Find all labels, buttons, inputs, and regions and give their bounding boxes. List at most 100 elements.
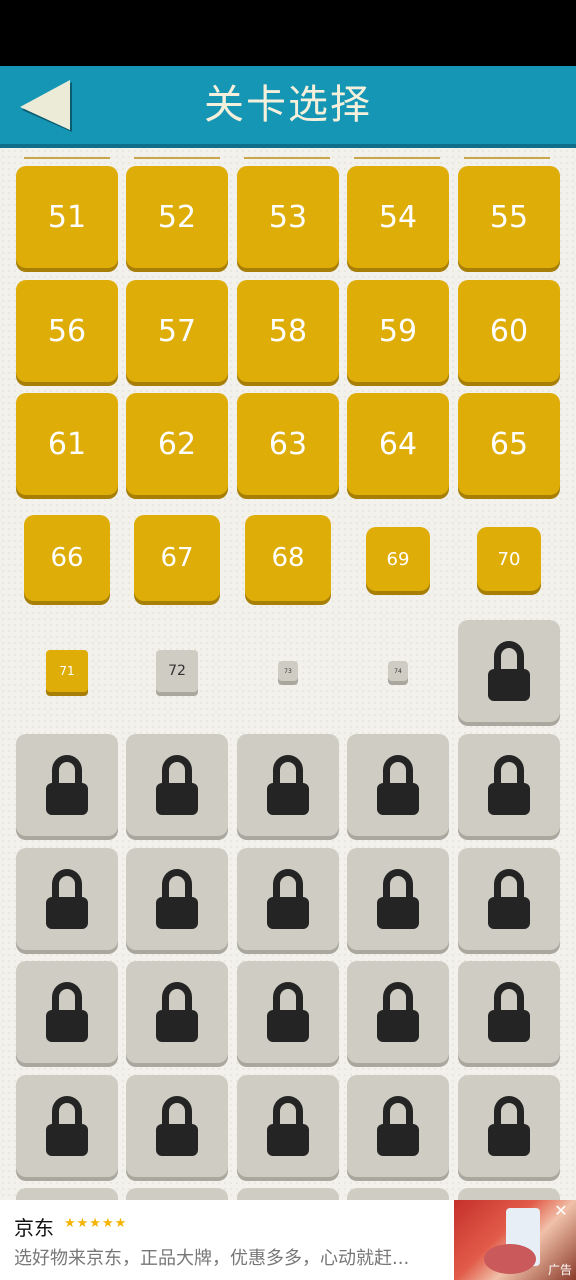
lock-icon [488, 755, 530, 815]
lock-icon [377, 869, 419, 929]
level-number: 66 [50, 543, 84, 573]
lock-icon [46, 869, 88, 929]
level-number: 60 [489, 313, 529, 349]
level-tile[interactable]: 68 [245, 515, 331, 601]
level-tile[interactable]: 51 [16, 166, 118, 268]
previous-row-edge [0, 154, 576, 159]
level-tile[interactable]: 55 [458, 166, 560, 268]
lock-icon [377, 755, 419, 815]
locked-level-tile[interactable] [237, 848, 339, 950]
level-tile[interactable]: 59 [347, 280, 449, 382]
level-tile[interactable]: 54 [347, 166, 449, 268]
locked-level-tile[interactable] [458, 848, 560, 950]
level-tile[interactable]: 52 [126, 166, 228, 268]
locked-level-tile[interactable] [237, 1075, 339, 1177]
level-tile[interactable]: 62 [126, 393, 228, 495]
level-tile[interactable]: 57 [126, 280, 228, 382]
locked-level-tile[interactable] [16, 734, 118, 836]
level-tile[interactable]: 70 [477, 527, 541, 591]
level-number: 68 [271, 543, 305, 573]
locked-level-tile[interactable] [458, 1075, 560, 1177]
locked-level-tile[interactable] [347, 734, 449, 836]
locked-level-tile[interactable] [126, 734, 228, 836]
locked-level-tile[interactable] [126, 848, 228, 950]
level-number: 63 [268, 426, 308, 462]
lock-icon [267, 869, 309, 929]
level-tile[interactable]: 74 [388, 661, 408, 681]
level-number: 55 [489, 199, 529, 235]
locked-level-tile[interactable] [237, 961, 339, 1063]
ad-label: 广告 [547, 1263, 572, 1277]
level-number: 64 [378, 426, 418, 462]
lock-icon [156, 982, 198, 1042]
lock-icon [267, 755, 309, 815]
locked-level-tile[interactable] [347, 848, 449, 950]
lock-icon [488, 1096, 530, 1156]
level-tile[interactable]: 73 [278, 661, 298, 681]
level-tile[interactable]: 63 [237, 393, 339, 495]
page-title: 关卡选择 [204, 82, 372, 128]
level-tile[interactable]: 53 [237, 166, 339, 268]
locked-level-tile[interactable] [458, 1188, 560, 1200]
level-grid: 51 52 53 54 55 56 57 58 59 60 61 62 63 64 65 66 67 68 69 70… [0, 148, 576, 1200]
level-tile[interactable]: 65 [458, 393, 560, 495]
level-number: 57 [157, 313, 197, 349]
level-tile[interactable]: 64 [347, 393, 449, 495]
level-number: 61 [47, 426, 87, 462]
level-tile[interactable]: 67 [134, 515, 220, 601]
lock-icon [267, 982, 309, 1042]
level-number: 62 [157, 426, 197, 462]
lock-icon [156, 755, 198, 815]
lock-icon [488, 869, 530, 929]
level-number: 53 [268, 199, 308, 235]
level-number: 67 [160, 543, 194, 573]
locked-level-tile[interactable] [126, 1188, 228, 1200]
lock-icon [377, 982, 419, 1042]
lock-icon [267, 1096, 309, 1156]
level-number: 70 [497, 548, 521, 570]
locked-level-tile[interactable] [347, 1188, 449, 1200]
level-tile[interactable]: 72 [156, 650, 198, 692]
lock-icon [46, 982, 88, 1042]
locked-level-tile[interactable] [347, 1075, 449, 1177]
level-tile[interactable]: 56 [16, 280, 118, 382]
close-icon[interactable]: ✕ [552, 1202, 570, 1220]
ad-image[interactable]: ✕ 广告 [454, 1200, 576, 1280]
locked-level-tile[interactable] [458, 961, 560, 1063]
locked-level-tile[interactable] [126, 1075, 228, 1177]
locked-level-tile[interactable] [16, 1075, 118, 1177]
level-tile[interactable]: 71 [46, 650, 88, 692]
ad-brand: 京东 [14, 1216, 54, 1240]
level-tile[interactable]: 58 [237, 280, 339, 382]
level-number: 73 [284, 667, 292, 675]
lock-icon [156, 1096, 198, 1156]
locked-level-tile[interactable] [237, 734, 339, 836]
level-number: 65 [489, 426, 529, 462]
level-tile[interactable]: 61 [16, 393, 118, 495]
lock-icon [46, 755, 88, 815]
lock-icon [488, 641, 530, 701]
level-number: 72 [168, 663, 186, 679]
ad-banner[interactable]: 京东 ★★★★★ 选好物来京东，正品大牌，优惠多多，心动就赶... ✕ 广告 [0, 1200, 576, 1280]
locked-level-tile[interactable] [16, 1188, 118, 1200]
level-number: 54 [378, 199, 418, 235]
locked-level-tile[interactable] [347, 961, 449, 1063]
level-number: 52 [157, 199, 197, 235]
locked-level-tile[interactable] [458, 620, 560, 722]
level-number: 58 [268, 313, 308, 349]
locked-level-tile[interactable] [16, 961, 118, 1063]
level-number: 56 [47, 313, 87, 349]
level-tile[interactable]: 66 [24, 515, 110, 601]
level-number: 71 [59, 664, 75, 678]
level-number: 59 [378, 313, 418, 349]
lock-icon [377, 1096, 419, 1156]
locked-level-tile[interactable] [237, 1188, 339, 1200]
locked-level-tile[interactable] [458, 734, 560, 836]
level-tile[interactable]: 69 [366, 527, 430, 591]
level-number: 74 [394, 667, 402, 675]
level-tile[interactable]: 60 [458, 280, 560, 382]
status-bar [0, 0, 576, 66]
locked-level-tile[interactable] [126, 961, 228, 1063]
ad-description: 选好物来京东，正品大牌，优惠多多，心动就赶... [14, 1248, 410, 1269]
locked-level-tile[interactable] [16, 848, 118, 950]
